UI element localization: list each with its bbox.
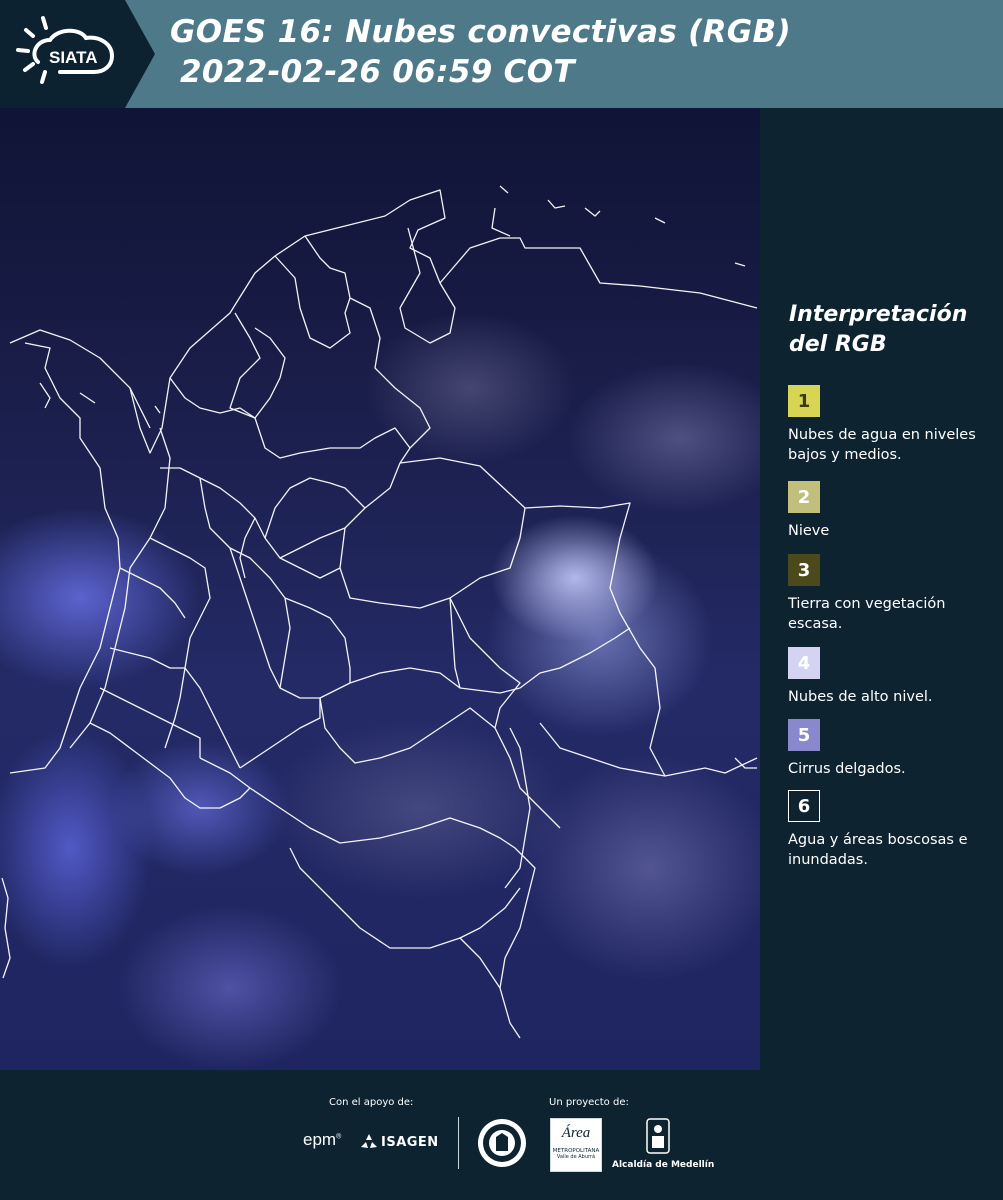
footer-divider: [458, 1117, 459, 1169]
legend-item-1: 1 Nubes de agua en niveles bajos y medio…: [788, 385, 993, 465]
national-border: [9, 189, 758, 454]
boundary-lines: [1, 185, 758, 1039]
page-timestamp: 2022-02-26 06:59 COT: [180, 54, 575, 90]
siata-logo-text: SIATA: [49, 48, 97, 67]
legend-swatch-2: 2: [788, 481, 820, 513]
medellin-seal-icon: [476, 1117, 528, 1173]
legend-label-2: Nieve: [788, 523, 830, 539]
legend-label-1: Nubes de agua en niveles bajos y medios.: [788, 427, 976, 463]
legend-swatch-5: 5: [788, 719, 820, 751]
legend-label-5: Cirrus delgados.: [788, 761, 906, 777]
legend-swatch-6: 6: [788, 790, 820, 822]
legend-item-6: 6 Agua y áreas boscosas e inundadas.: [788, 790, 993, 870]
legend-swatch-1: 1: [788, 385, 820, 417]
page-title: GOES 16: Nubes convectivas (RGB): [170, 14, 791, 50]
legend-swatch-3: 3: [788, 554, 820, 586]
legend-item-2: 2 Nieve: [788, 481, 993, 541]
isagen-logo: ISAGEN: [360, 1133, 439, 1151]
support-label: Con el apoyo de:: [329, 1097, 414, 1108]
project-label: Un proyecto de:: [549, 1097, 629, 1108]
legend-swatch-4: 4: [788, 647, 820, 679]
legend-item-4: 4 Nubes de alto nivel.: [788, 647, 993, 707]
legend-item-5: 5 Cirrus delgados.: [788, 719, 993, 779]
legend-label-3: Tierra con vegetación escasa.: [788, 596, 946, 632]
legend-label-6: Agua y áreas boscosas e inundadas.: [788, 832, 968, 868]
header-bar: SIATA GOES 16: Nubes convectivas (RGB) 2…: [0, 0, 1003, 108]
isagen-icon: [361, 1134, 377, 1148]
satellite-map: [0, 108, 760, 1070]
alcaldia-logo: Alcaldía de Medellín: [612, 1118, 714, 1170]
alcaldia-shield-icon: [646, 1118, 670, 1154]
epm-logo: epm®: [303, 1130, 342, 1149]
legend-title: Interpretación del RGB: [789, 302, 968, 357]
siata-logo: SIATA: [0, 0, 155, 108]
legend-label-4: Nubes de alto nivel.: [788, 689, 933, 705]
legend-item-3: 3 Tierra con vegetación escasa.: [788, 554, 993, 634]
area-metropolitana-logo: Área METROPOLITANA Valle de Aburrá: [550, 1118, 602, 1172]
